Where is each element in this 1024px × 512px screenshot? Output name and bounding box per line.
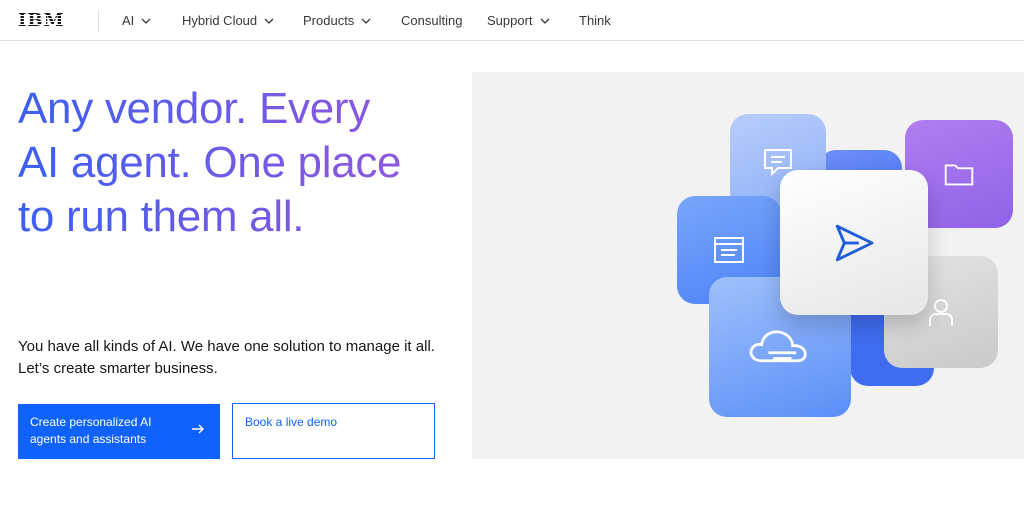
nav-item-label: Consulting: [401, 13, 463, 28]
create-agents-button[interactable]: Create personalized AI agents and assist…: [18, 404, 220, 459]
hero-illustration: [472, 72, 1024, 459]
nav-item-label: Support: [487, 13, 533, 28]
nav-item-products[interactable]: Products: [303, 13, 372, 28]
window-icon: [709, 230, 749, 270]
headline-line: AI agent. One place: [18, 138, 402, 187]
nav-item-label: AI: [122, 13, 135, 28]
book-demo-button[interactable]: Book a live demo: [232, 403, 435, 459]
nav-item-hybrid-cloud[interactable]: Hybrid Cloud: [182, 13, 275, 28]
chevron-down-icon: [263, 15, 275, 27]
ibm-logo[interactable]: IBM: [18, 10, 65, 31]
book-demo-label: Book a live demo: [245, 415, 338, 429]
chevron-down-icon: [360, 15, 372, 27]
arrow-right-icon: [190, 421, 206, 437]
nav-item-consulting[interactable]: Consulting: [401, 13, 462, 28]
nav-item-support[interactable]: Support: [487, 13, 551, 28]
hero-subcopy: You have all kinds of AI. We have one so…: [18, 338, 435, 377]
nav-item-label: Hybrid Cloud: [182, 13, 258, 28]
chevron-down-icon: [539, 15, 551, 27]
send-tile: [780, 170, 928, 315]
nav-item-think[interactable]: Think: [579, 13, 611, 28]
nav-divider: [98, 10, 99, 32]
cloud-icon: [745, 324, 815, 370]
nav-item-ai[interactable]: AI: [122, 13, 152, 28]
headline-line: Any vendor. Every: [18, 84, 370, 133]
folder-icon: [940, 155, 978, 193]
nav-item-label: Products: [303, 13, 355, 28]
nav-item-label: Think: [579, 13, 611, 28]
hero-headline: Any vendor. Every AI agent. One place to…: [18, 82, 458, 244]
top-nav: IBM AI Hybrid Cloud Products Consulting …: [0, 0, 1024, 41]
headline-line: to run them all.: [18, 192, 305, 241]
send-icon: [830, 219, 878, 267]
create-agents-label: Create personalized AI agents and assist…: [30, 415, 152, 446]
chevron-down-icon: [140, 15, 152, 27]
